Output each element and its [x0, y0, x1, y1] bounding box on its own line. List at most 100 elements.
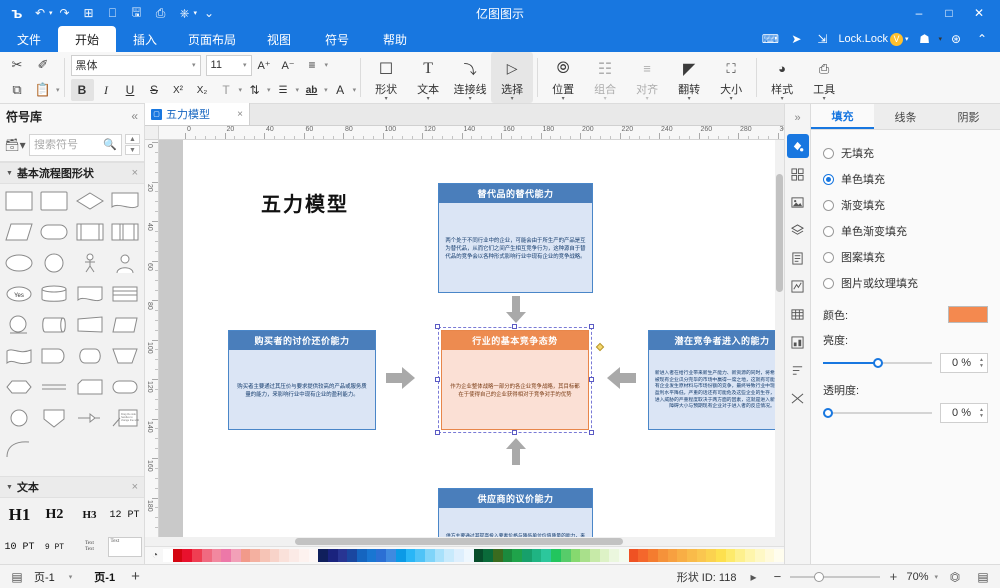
palette-swatch[interactable] [230, 549, 241, 562]
paste-caret-icon[interactable]: ▾ [56, 86, 60, 94]
palette-swatch[interactable] [269, 549, 280, 562]
palette-swatch[interactable] [716, 549, 726, 562]
canvas-vertical-scrollbar[interactable] [775, 140, 784, 537]
menu-help[interactable]: 帮助 [366, 26, 424, 52]
bold-button[interactable]: B [70, 79, 94, 101]
shape-multi-doc[interactable] [109, 281, 143, 307]
color-picker-icon[interactable]: ◔ [147, 548, 163, 564]
data-icon[interactable] [787, 330, 809, 354]
radio-gradient-fill[interactable] [823, 199, 834, 211]
italic-button[interactable]: I [95, 79, 118, 101]
shape-ellipse[interactable] [2, 250, 36, 276]
palette-swatch[interactable] [308, 549, 319, 562]
shape-callout-note[interactable]: Drag the side handles to change line width [109, 405, 143, 431]
palette-swatch[interactable] [463, 549, 474, 562]
shape-cylinder[interactable] [38, 281, 72, 307]
section-header-text[interactable]: ▼ 文本 × [0, 476, 144, 498]
document-tab-close-icon[interactable]: × [237, 109, 243, 120]
node-rivalry[interactable]: 行业的基本竞争态势 作为企业整体战略一部分的各企业竞争战略，其目标都在于使得自己… [441, 330, 589, 430]
shape-pentagon-down[interactable] [38, 405, 72, 431]
palette-swatch[interactable] [424, 549, 435, 562]
handle-w[interactable] [435, 377, 440, 382]
font-size-select[interactable]: 11 ▾ [205, 54, 252, 76]
node-buyers[interactable]: 购买者的讨价还价能力 购买者主要通过其压价与要求提供较高的产品或服务质量的能力，… [228, 330, 376, 430]
palette-swatch[interactable] [395, 549, 406, 562]
tab-line[interactable]: 线条 [874, 104, 937, 129]
menu-file[interactable]: 文件 [0, 26, 58, 52]
handle-e[interactable] [589, 377, 594, 382]
palette-swatch[interactable] [580, 549, 590, 562]
shape-card[interactable] [73, 374, 107, 400]
radio-pattern-fill[interactable] [823, 251, 834, 263]
format-painter-icon[interactable]: ✐ [30, 53, 56, 77]
scroll-down-icon[interactable]: ▼ [125, 145, 140, 155]
share-icon[interactable]: ⇲ [810, 28, 834, 50]
size-tool-button[interactable]: ⛶ 大小 ▾ [710, 52, 752, 103]
zoom-out-button[interactable]: − [770, 569, 784, 584]
highlight-button[interactable]: ab [300, 79, 323, 101]
palette-swatch[interactable] [541, 549, 552, 562]
palette-swatch[interactable] [725, 549, 736, 562]
palette-swatch[interactable] [240, 549, 251, 562]
radio-solid-fill[interactable] [823, 173, 834, 185]
shape-rounded[interactable] [38, 188, 72, 214]
paste-icon[interactable]: 📋 [30, 78, 56, 102]
shape-wave[interactable] [2, 343, 36, 369]
palette-swatch[interactable] [706, 549, 717, 562]
text-style-9pt[interactable]: 9 PT [37, 534, 72, 560]
fill-color-swatch[interactable] [948, 306, 988, 323]
opacity-knob[interactable] [823, 408, 833, 418]
layers-icon[interactable] [787, 218, 809, 242]
option-mono-gradient-fill[interactable]: 单色渐变填充 [823, 218, 988, 244]
palette-swatch[interactable] [589, 549, 600, 562]
arrow-left-icon[interactable] [606, 366, 636, 393]
palette-swatch[interactable] [609, 549, 620, 562]
connector-tool-button[interactable]: ⤵ 连接线 ▾ [449, 52, 491, 103]
radio-no-fill[interactable] [823, 147, 834, 159]
palette-swatch[interactable] [357, 549, 367, 562]
shape-circle[interactable] [38, 250, 72, 276]
text-tool-button[interactable]: T 文本 ▾ [407, 52, 449, 103]
handle-sw[interactable] [435, 430, 440, 435]
diagram-title[interactable]: 五力模型 [261, 188, 349, 217]
canvas-hscroll-thumb[interactable] [295, 538, 623, 545]
cut-icon[interactable]: ✂ [4, 53, 30, 77]
minimize-button[interactable]: – [904, 1, 934, 25]
print-icon[interactable]: ⎙ [149, 2, 173, 24]
search-input[interactable] [34, 138, 104, 151]
option-pattern-fill[interactable]: 图案填充 [823, 244, 988, 270]
palette-swatch[interactable] [279, 549, 290, 562]
palette-swatch[interactable] [163, 549, 173, 562]
opacity-stepper-icon[interactable]: ▲ ▼ [979, 407, 984, 419]
position-tool-button[interactable]: ⦾ 位置 ▾ [542, 52, 584, 103]
text-style-h1[interactable]: H1 [2, 502, 37, 528]
node-suppliers[interactable]: 供应商的议价能力 供方主要通过其提高投入要素价格与降低单位价值质量的能力，来影响… [438, 488, 593, 537]
palette-swatch[interactable] [599, 549, 610, 562]
palette-swatch[interactable] [657, 549, 668, 562]
palette-swatch[interactable] [289, 549, 299, 562]
text-style-h3[interactable]: H3 [72, 502, 107, 528]
shape-person[interactable] [109, 250, 143, 276]
text-section-close-icon[interactable]: × [132, 481, 138, 493]
canvas[interactable]: 五力模型 替代品的替代能力 两个处于不同行业中的企业，可能会由于所生产的产品是互… [159, 140, 784, 537]
subscript-button[interactable]: X₂ [191, 79, 214, 101]
save-icon[interactable]: 🖫 [125, 2, 149, 24]
shape-direct-access[interactable] [38, 312, 72, 338]
opacity-numbox[interactable]: 0 % ▲ ▼ [940, 403, 988, 423]
palette-swatch[interactable] [764, 549, 775, 562]
palette-swatch[interactable] [260, 549, 270, 562]
page-view-icon[interactable]: ▤ [6, 567, 28, 587]
rotate-handle[interactable] [595, 342, 605, 352]
option-no-fill[interactable]: 无填充 [823, 140, 988, 166]
style-tool-button[interactable]: ◕ 样式 ▾ [761, 52, 803, 103]
bullet-list-button[interactable]: ☰ [272, 79, 295, 101]
section-header-flowchart[interactable]: ▼ 基本流程图形状 × [0, 162, 144, 184]
palette-swatch[interactable] [531, 549, 542, 562]
palette-swatch[interactable] [473, 549, 484, 562]
send-icon[interactable]: ➤ [784, 28, 808, 50]
user-account[interactable]: Lock.Lock V ▾ [836, 32, 910, 46]
superscript-button[interactable]: X² [167, 79, 190, 101]
palette-swatch[interactable] [298, 549, 309, 562]
shape-parallelogram2[interactable] [109, 312, 143, 338]
search-icon[interactable]: 🔍 [103, 138, 117, 151]
